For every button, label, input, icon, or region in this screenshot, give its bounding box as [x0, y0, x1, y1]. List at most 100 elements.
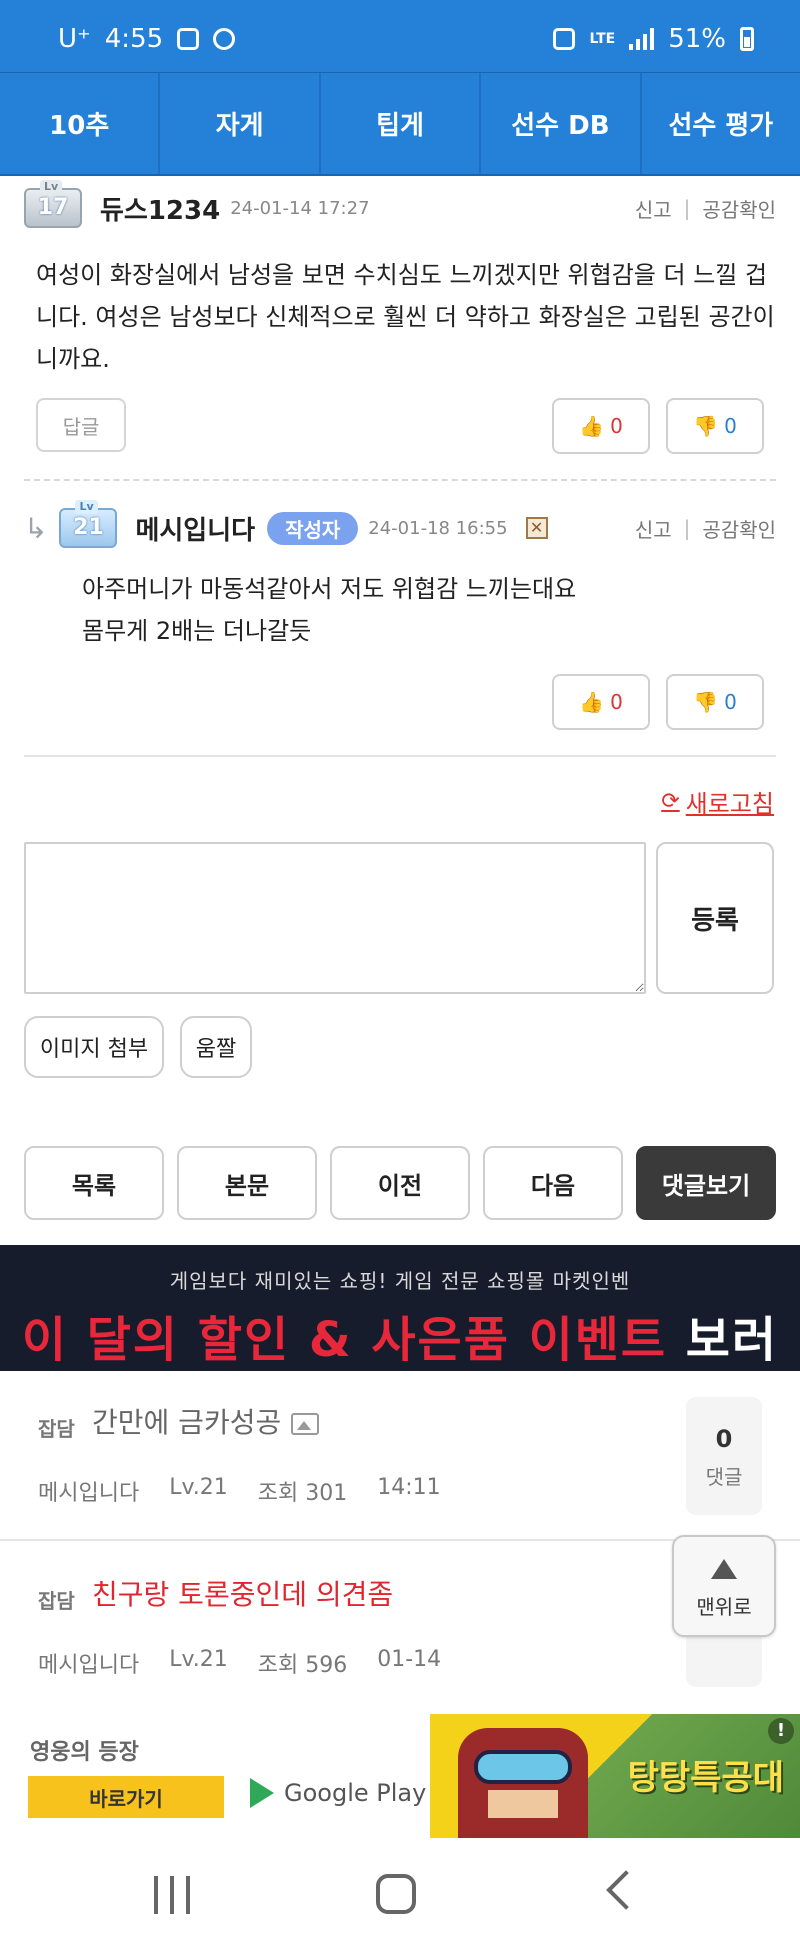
comment-author[interactable]: 듀스1234: [100, 190, 220, 227]
system-nav-bar: [0, 1838, 800, 1956]
comment-header: ↳ 21 메시입니다 작성자 24-01-18 16:55 ✕ 신고 | 공감확…: [24, 500, 776, 554]
reply-button[interactable]: 답글: [36, 398, 126, 452]
home-icon[interactable]: [376, 1874, 416, 1914]
comment-line: 아주머니가 마동석같아서 저도 위협감 느끼는대요: [82, 575, 577, 603]
board-nav-tabs: 10추 자게 팁게 선수 DB 선수 평가: [0, 72, 800, 176]
post-author: 메시입니다: [38, 1653, 140, 1678]
comment-line: 몸무게 2배는 더나갈듯: [82, 617, 312, 645]
next-button[interactable]: 다음: [483, 1146, 623, 1220]
downvote-button[interactable]: 👎 0: [666, 674, 764, 730]
banner-headline-red: 이 달의 할인 & 사은품 이벤트: [21, 1312, 668, 1368]
upvote-button[interactable]: 👍 0: [552, 674, 650, 730]
ad-go-button[interactable]: 바로가기: [28, 1776, 224, 1818]
thumbs-up-icon: 👍: [579, 690, 605, 714]
refresh-icon: ⟳: [661, 789, 680, 814]
comment: 17 듀스1234 24-01-14 17:27 신고 | 공감확인 여성이 화…: [24, 180, 776, 380]
report-link[interactable]: 신고: [635, 194, 672, 223]
tab-player-rating[interactable]: 선수 평가: [642, 73, 800, 174]
thumbs-down-icon: 👎: [693, 414, 719, 438]
status-bar: U⁺ 4:55 LTE 51%: [0, 0, 800, 72]
body-button[interactable]: 본문: [177, 1146, 317, 1220]
divider: |: [683, 196, 691, 220]
submit-button[interactable]: 등록: [656, 842, 774, 994]
ad-title: 영웅의 등장: [30, 1740, 139, 1765]
post-level: Lv.21: [169, 1475, 228, 1500]
recycle-icon: [553, 28, 576, 50]
report-link[interactable]: 신고: [635, 514, 672, 543]
game-character-illustration: [458, 1728, 588, 1838]
ad-info-icon[interactable]: !: [768, 1718, 794, 1744]
comment-count-label: 댓글: [705, 1465, 743, 1489]
author-badge: 작성자: [267, 511, 359, 545]
status-left: U⁺ 4:55: [58, 24, 236, 54]
battery-icon: [740, 27, 754, 51]
comment-date: 24-01-18 16:55: [368, 517, 508, 539]
battery-percent: 51%: [668, 24, 726, 54]
comment-date: 24-01-14 17:27: [230, 197, 370, 219]
delete-icon[interactable]: ✕: [525, 517, 548, 539]
likes-check-link[interactable]: 공감확인: [702, 514, 776, 543]
comment-body: 여성이 화장실에서 남성을 보면 수치심도 느끼겠지만 위협감을 더 느낄 겁니…: [36, 261, 775, 373]
post-views: 조회 301: [257, 1481, 348, 1506]
ad-artwork: 탕탕특공대 !: [430, 1714, 800, 1838]
comment-count-box: 0 댓글: [686, 1397, 762, 1515]
reply-arrow-icon: ↳: [24, 511, 48, 545]
upvote-count: 0: [610, 414, 623, 438]
post-level: Lv.21: [169, 1647, 228, 1672]
post-meta: 메시입니다 Lv.21 조회 301 14:11: [38, 1475, 441, 1507]
recents-icon[interactable]: [154, 1876, 190, 1914]
level-badge: 17: [24, 180, 82, 228]
prev-button[interactable]: 이전: [330, 1146, 470, 1220]
network-type: LTE: [589, 31, 616, 47]
downvote-button[interactable]: 👎 0: [666, 398, 764, 454]
tab-player-db[interactable]: 선수 DB: [481, 73, 642, 174]
level-badge: 21: [59, 500, 118, 548]
post-time: 01-14: [377, 1647, 442, 1672]
likes-check-link[interactable]: 공감확인: [702, 194, 776, 223]
ad-game-name: 탕탕특공대: [627, 1758, 784, 1798]
thumbs-up-icon: 👍: [579, 414, 605, 438]
umjjal-button[interactable]: 움짤: [180, 1016, 252, 1078]
tab-tip-board[interactable]: 팁게: [321, 73, 482, 174]
comment-textarea[interactable]: [24, 842, 646, 994]
comment-author[interactable]: 메시입니다: [135, 510, 255, 547]
app-notification-icon: [177, 28, 200, 50]
post-time: 14:11: [377, 1475, 441, 1500]
post-author: 메시입니다: [38, 1481, 140, 1506]
post-title[interactable]: 친구랑 토론중인데 의견좀: [92, 1573, 393, 1613]
promo-banner[interactable]: 게임보다 재미있는 쇼핑! 게임 전문 쇼핑몰 마켓인벤 이 달의 할인 & 사…: [0, 1245, 800, 1438]
post-title[interactable]: 간만에 금카성공: [92, 1401, 320, 1441]
tab-free-board[interactable]: 자게: [160, 73, 321, 174]
game-ad[interactable]: 영웅의 등장 바로가기 Google Play 탕탕특공대 !: [0, 1714, 800, 1838]
alarm-icon: [213, 28, 236, 50]
scroll-to-top-label: 맨위로: [696, 1595, 752, 1619]
refresh-link[interactable]: ⟳ 새로고침: [661, 784, 774, 819]
downvote-count: 0: [724, 414, 737, 438]
signal-icon: [629, 28, 655, 50]
google-play-icon: [250, 1778, 274, 1808]
google-play-label: Google Play: [284, 1779, 427, 1807]
upvote-count: 0: [610, 690, 623, 714]
up-arrow-icon: [711, 1559, 737, 1579]
upvote-button[interactable]: 👍 0: [552, 398, 650, 454]
google-play-badge[interactable]: Google Play: [250, 1778, 426, 1808]
post-title-text: 간만에 금카성공: [92, 1406, 282, 1439]
scroll-to-top-button[interactable]: 맨위로: [672, 1535, 776, 1637]
comment-header: 17 듀스1234 24-01-14 17:27 신고 | 공감확인: [24, 180, 776, 234]
back-icon[interactable]: [606, 1870, 646, 1910]
carrier-label: U⁺: [58, 24, 91, 54]
thumbs-down-icon: 👎: [693, 690, 719, 714]
reply-comment: ↳ 21 메시입니다 작성자 24-01-18 16:55 ✕ 신고 | 공감확…: [24, 500, 776, 652]
refresh-label: 새로고침: [685, 790, 774, 818]
post-item[interactable]: 잡담 간만에 금카성공 메시입니다 Lv.21 조회 301 14:11 0 댓…: [0, 1371, 800, 1541]
banner-subtitle: 게임보다 재미있는 쇼핑! 게임 전문 쇼핑몰 마켓인벤: [169, 1269, 631, 1293]
post-category: 잡담: [38, 1417, 75, 1441]
comment-count: 0: [715, 1425, 733, 1453]
image-icon: [291, 1413, 320, 1435]
status-right: LTE 51%: [553, 24, 754, 54]
attach-image-button[interactable]: 이미지 첨부: [24, 1016, 164, 1078]
list-button[interactable]: 목록: [24, 1146, 164, 1220]
post-meta: 메시입니다 Lv.21 조회 596 01-14: [38, 1647, 441, 1679]
view-comments-button[interactable]: 댓글보기: [636, 1146, 776, 1220]
tab-10chu[interactable]: 10추: [0, 73, 161, 174]
